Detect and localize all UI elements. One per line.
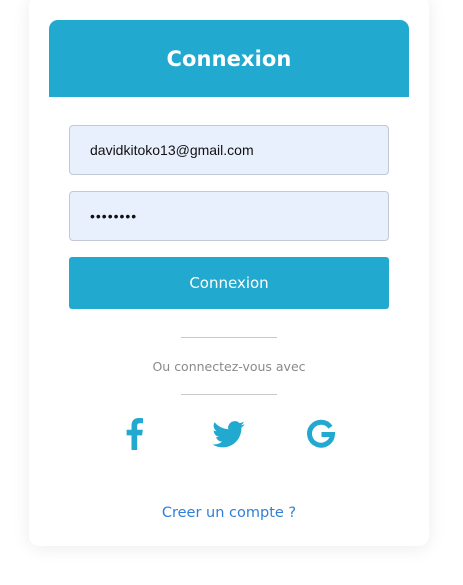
social-login-caption: Ou connectez-vous avec: [152, 359, 306, 374]
facebook-icon[interactable]: [115, 416, 155, 452]
divider-bottom: [181, 394, 277, 395]
divider-top: [181, 337, 277, 338]
login-card: Connexion Connexion Ou connectez-vous av…: [29, 0, 429, 546]
create-account-link[interactable]: Creer un compte ?: [29, 505, 429, 521]
login-header: Connexion: [49, 20, 409, 97]
twitter-icon[interactable]: [208, 416, 248, 452]
login-button[interactable]: Connexion: [69, 257, 389, 309]
login-title: Connexion: [166, 46, 292, 71]
password-field[interactable]: [69, 191, 389, 241]
google-icon[interactable]: [301, 416, 341, 452]
email-field[interactable]: [69, 125, 389, 175]
